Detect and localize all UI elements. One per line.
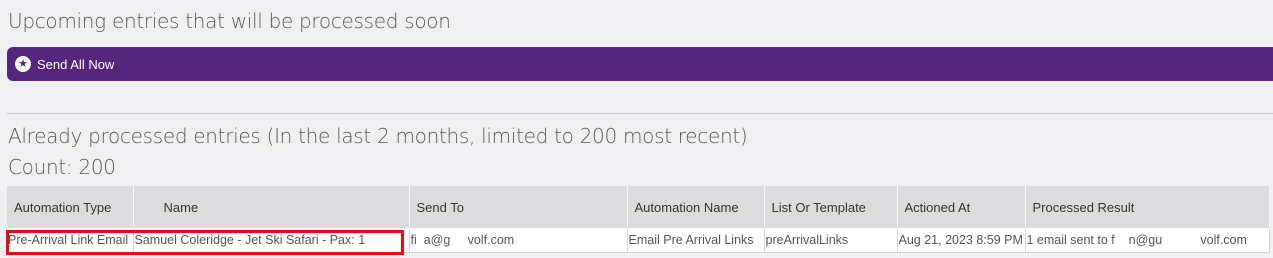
- table-row[interactable]: Pre-Arrival Link Email Samuel Coleridge …: [7, 228, 1270, 253]
- cell-list-or-template: preArrivalLinks: [764, 228, 898, 253]
- processed-entries-table: Automation Type Name Send To Automation …: [7, 186, 1270, 253]
- processed-count: Count: 200: [8, 155, 116, 179]
- section-divider: [7, 113, 1273, 114]
- column-header-name[interactable]: Name: [133, 186, 410, 228]
- cell-actioned-at: Aug 21, 2023 8:59 PM: [897, 228, 1026, 253]
- table-header-row: Automation Type Name Send To Automation …: [7, 186, 1270, 228]
- send-all-now-button[interactable]: ★ Send All Now: [15, 55, 114, 73]
- column-header-list-or-template[interactable]: List Or Template: [764, 186, 898, 228]
- column-header-automation-name[interactable]: Automation Name: [627, 186, 765, 228]
- cell-automation-type: Pre-Arrival Link Email: [7, 228, 134, 253]
- upcoming-section-title: Upcoming entries that will be processed …: [8, 9, 451, 33]
- column-header-automation-type[interactable]: Automation Type: [7, 186, 134, 228]
- cell-name: Samuel Coleridge - Jet Ski Safari - Pax:…: [133, 228, 410, 253]
- cell-send-to: fi a@g volf.com: [409, 228, 628, 253]
- column-header-processed-result[interactable]: Processed Result: [1025, 186, 1270, 228]
- processed-section-title: Already processed entries (In the last 2…: [8, 124, 748, 148]
- cell-automation-name: Email Pre Arrival Links: [627, 228, 765, 253]
- column-header-actioned-at[interactable]: Actioned At: [897, 186, 1026, 228]
- send-all-now-label: Send All Now: [37, 56, 115, 72]
- star-circle-icon: ★: [15, 56, 31, 72]
- cell-processed-result: 1 email sent to f n@gu volf.com: [1025, 228, 1270, 253]
- column-header-send-to[interactable]: Send To: [409, 186, 628, 228]
- upcoming-action-bar: ★ Send All Now: [7, 47, 1273, 81]
